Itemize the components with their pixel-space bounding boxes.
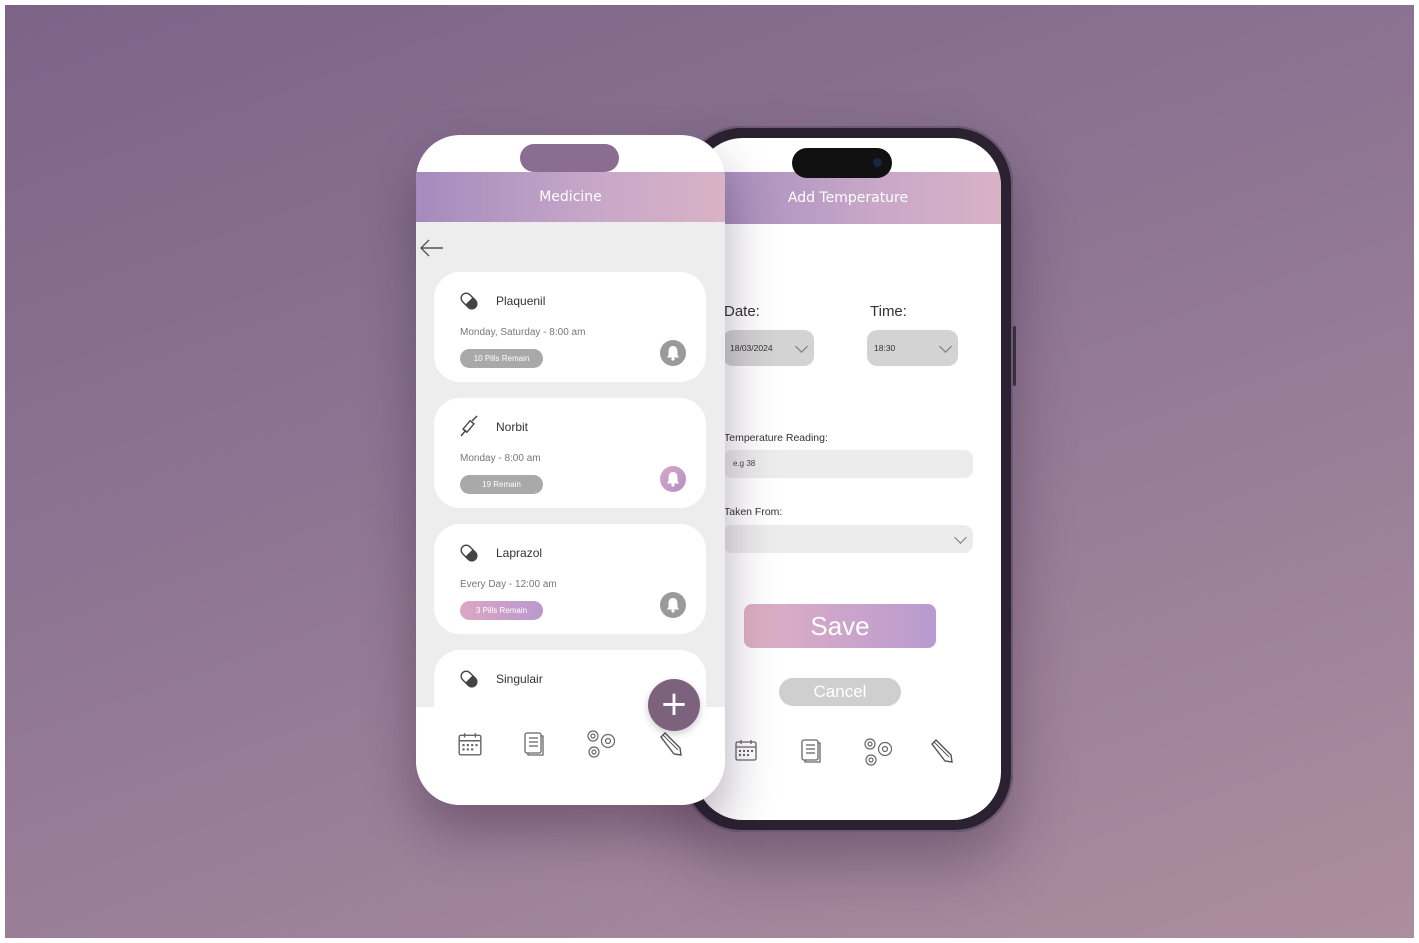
remaining-badge: 3 Pills Remain [460,601,543,620]
pill-icon [460,670,478,688]
add-medicine-button[interactable]: + [648,679,700,731]
settings-gears-icon[interactable] [584,728,618,760]
medicine-card-laprazol[interactable]: Laprazol Every Day - 12:00 am 3 Pills Re… [434,524,706,634]
taken-from-label: Taken From: [724,506,783,518]
bell-icon [667,598,679,613]
bell-icon [667,472,679,487]
calendar-icon[interactable] [457,731,483,757]
taken-from-select[interactable] [723,525,973,553]
notch [520,144,619,172]
medicine-name: Plaquenil [496,294,546,308]
medicine-name: Laprazol [496,546,543,560]
bell-icon [667,346,679,361]
time-value: 18:30 [874,343,896,353]
side-button [1013,326,1016,386]
bottom-nav [713,736,973,766]
phone-add-temperature: Add Temperature Date: Time: 18/03/2024 1… [680,126,1016,832]
syringe-icon [460,415,478,437]
page-title: Add Temperature [695,172,1001,224]
save-button[interactable]: Save [744,604,936,648]
pencil-icon[interactable] [928,738,954,764]
date-label: Date: [724,303,760,320]
settings-gears-icon[interactable] [861,736,895,768]
remaining-badge: 10 Pills Remain [460,349,543,368]
date-select[interactable]: 18/03/2024 [723,330,814,366]
calendar-icon[interactable] [734,738,758,762]
chevron-down-icon [954,531,967,544]
dynamic-island [792,148,892,178]
chevron-down-icon [795,340,808,353]
medicine-card-norbit[interactable]: Norbit Monday - 8:00 am 19 Remain [434,398,706,508]
list-icon[interactable] [522,731,546,757]
page-title: Medicine [416,172,725,222]
list-icon[interactable] [799,738,823,764]
chevron-down-icon [939,340,952,353]
back-arrow-icon[interactable] [418,237,444,259]
temperature-screen: Add Temperature Date: Time: 18/03/2024 1… [695,138,1001,820]
medicine-schedule: Every Day - 12:00 am [460,579,557,590]
pencil-icon[interactable] [657,731,683,757]
medicine-name: Singulair [496,672,543,686]
remaining-badge: 19 Remain [460,475,543,494]
cancel-button[interactable]: Cancel [779,678,901,706]
medicine-card-plaquenil[interactable]: Plaquenil Monday, Saturday - 8:00 am 10 … [434,272,706,382]
medicine-schedule: Monday - 8:00 am [460,453,541,464]
medicine-schedule: Monday, Saturday - 8:00 am [460,327,586,338]
medicine-name: Norbit [496,420,529,434]
temperature-reading-input[interactable]: e.g 38 [723,450,973,478]
time-label: Time: [870,303,907,320]
camera-icon [873,158,882,167]
pill-icon [460,292,478,310]
time-select[interactable]: 18:30 [867,330,958,366]
medicine-list: Plaquenil Monday, Saturday - 8:00 am 10 … [416,222,725,707]
reminder-bell-button[interactable] [660,592,686,618]
phone-medicine: Medicine Plaquenil Monday, Saturday - 8:… [416,135,725,805]
date-value: 18/03/2024 [730,343,773,353]
reminder-bell-button[interactable] [660,340,686,366]
temperature-reading-label: Temperature Reading: [724,432,828,444]
pill-icon [460,544,478,562]
reminder-bell-button[interactable] [660,466,686,492]
